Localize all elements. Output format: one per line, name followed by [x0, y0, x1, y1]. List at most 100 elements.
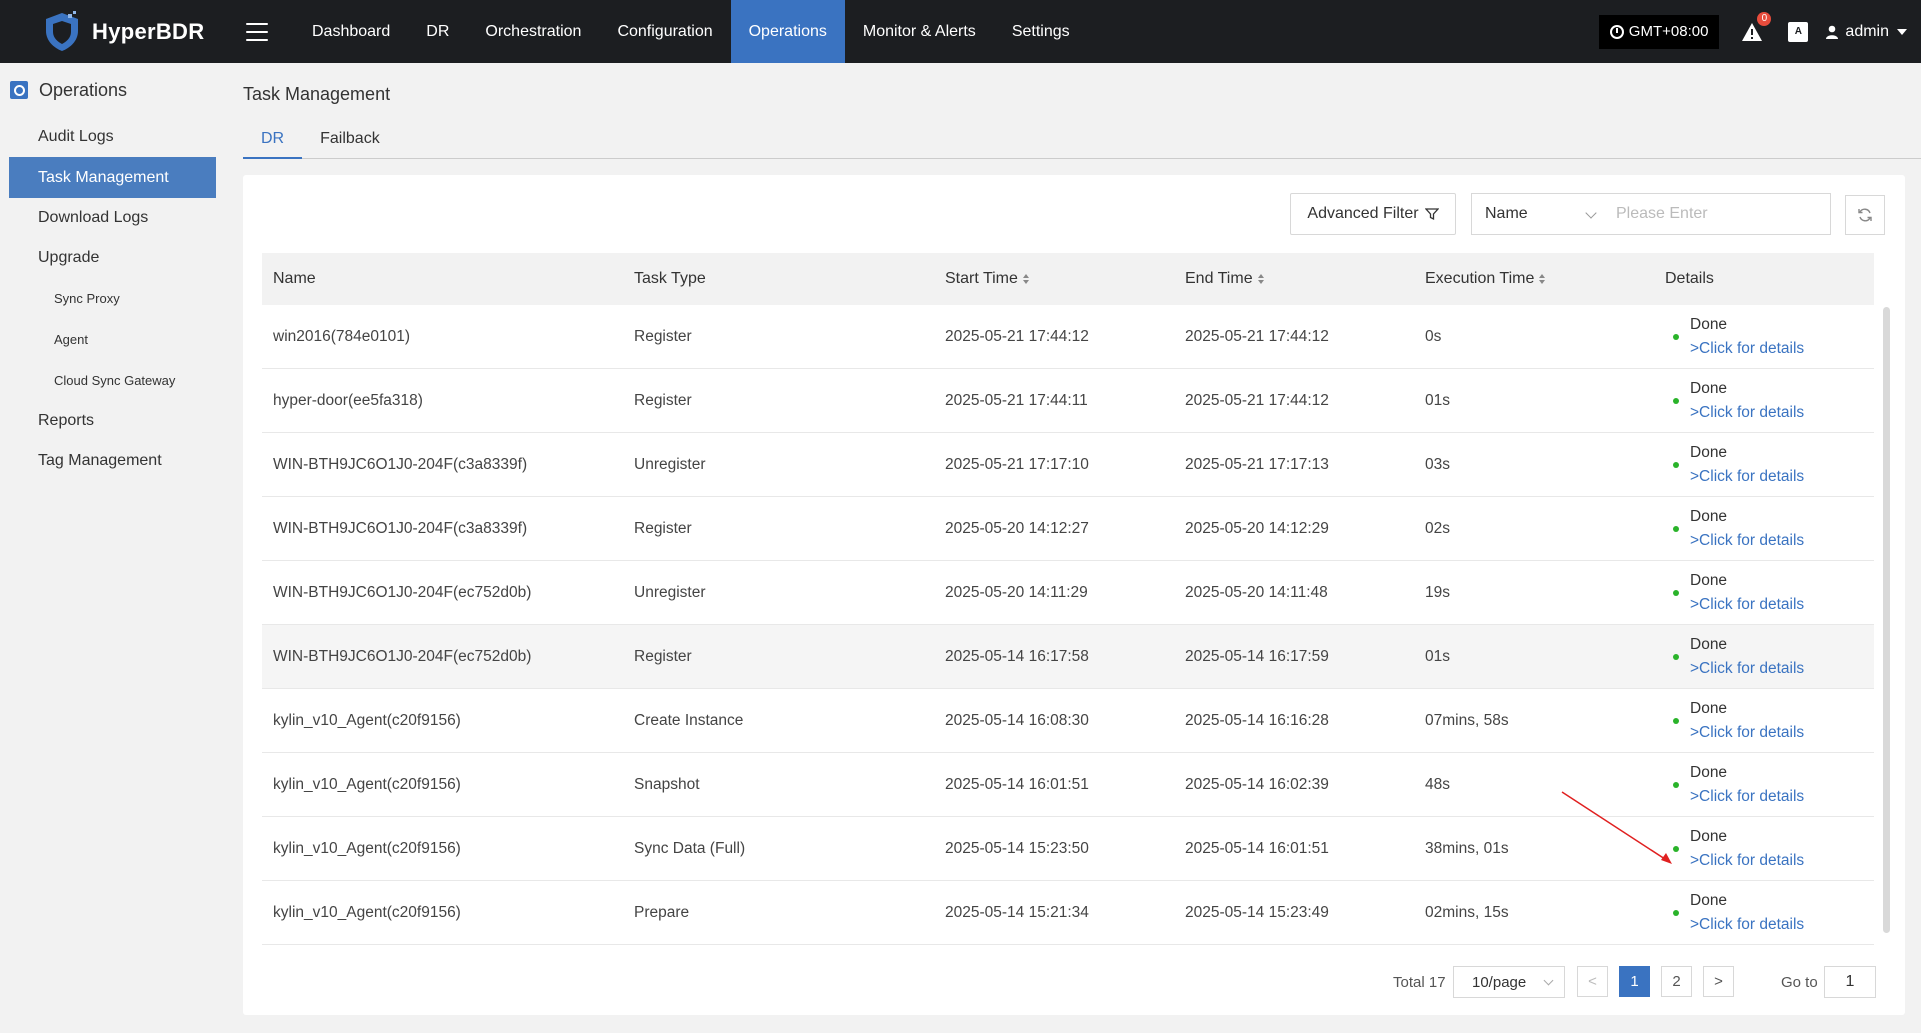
- details-text: Done >Click for details: [1690, 825, 1804, 873]
- chevron-right-icon: >: [1714, 973, 1723, 990]
- cell-details: Done >Click for details: [1654, 633, 1874, 681]
- nav-orchestration[interactable]: Orchestration: [467, 0, 599, 63]
- column-label: Name: [273, 270, 316, 287]
- app-logo[interactable]: HyperBDR: [42, 10, 232, 53]
- page-button-1[interactable]: 1: [1619, 966, 1650, 997]
- table-row[interactable]: WIN-BTH9JC6O1J0-204F(c3a8339f) Unregister…: [262, 433, 1874, 497]
- cell-execution-time: 02mins, 15s: [1425, 903, 1509, 921]
- tab-failback[interactable]: Failback: [302, 127, 398, 159]
- table-row[interactable]: WIN-BTH9JC6O1J0-204F(ec752d0b) Unregister…: [262, 561, 1874, 625]
- shield-logo-icon: [46, 10, 78, 51]
- tab-dr[interactable]: DR: [243, 127, 303, 159]
- language-switch-icon[interactable]: A: [1788, 21, 1809, 42]
- nav-configuration[interactable]: Configuration: [599, 0, 730, 63]
- next-page-button[interactable]: >: [1703, 966, 1734, 997]
- cell-execution-time: 01s: [1425, 647, 1450, 665]
- details-text: Done >Click for details: [1690, 633, 1804, 681]
- status-label: Done: [1690, 635, 1728, 653]
- prev-page-button[interactable]: <: [1577, 966, 1608, 997]
- sidebar-item-agent[interactable]: Agent: [0, 319, 225, 360]
- cell-name: kylin_v10_Agent(c20f9156): [273, 903, 461, 921]
- details-text: Done >Click for details: [1690, 761, 1804, 809]
- sidebar-item-upgrade[interactable]: Upgrade: [0, 238, 225, 278]
- nav-operations[interactable]: Operations: [730, 0, 845, 63]
- cell-details: Done >Click for details: [1654, 569, 1874, 617]
- details-link[interactable]: >Click for details: [1690, 593, 1804, 617]
- cell-end-time: 2025-05-21 17:17:13: [1185, 455, 1329, 473]
- status-dot-icon: [1673, 653, 1679, 660]
- sidebar-item-sync-proxy[interactable]: Sync Proxy: [0, 278, 225, 319]
- nav-dr[interactable]: DR: [408, 0, 467, 63]
- details-link[interactable]: >Click for details: [1690, 785, 1804, 809]
- table-row[interactable]: WIN-BTH9JC6O1J0-204F(c3a8339f) Register 20…: [262, 497, 1874, 561]
- table-row[interactable]: hyper-door(ee5fa318) Register 2025-05-21 1…: [262, 369, 1874, 433]
- cell-details: Done >Click for details: [1654, 313, 1874, 361]
- cell-start-time: 2025-05-14 15:21:34: [945, 903, 1089, 921]
- column-header-end-time[interactable]: End Time: [1174, 253, 1414, 305]
- nav-dashboard[interactable]: Dashboard: [294, 0, 408, 63]
- table-row[interactable]: kylin_v10_Agent(c20f9156) Create Instance…: [262, 689, 1874, 753]
- details-text: Done >Click for details: [1690, 441, 1804, 489]
- details-link[interactable]: >Click for details: [1690, 913, 1804, 937]
- details-link[interactable]: >Click for details: [1690, 465, 1804, 489]
- total-count: Total 17: [1393, 974, 1446, 991]
- status-dot-icon: [1673, 333, 1679, 340]
- column-header-task-type: Task Type: [623, 253, 934, 305]
- sidebar-item-download-logs[interactable]: Download Logs: [0, 198, 225, 238]
- advanced-filter-button[interactable]: Advanced Filter: [1290, 193, 1456, 235]
- cell-task-type: Create Instance: [634, 711, 744, 729]
- cell-start-time: 2025-05-21 17:44:12: [945, 327, 1089, 345]
- sidebar-item-task-management[interactable]: Task Management: [9, 157, 216, 198]
- table-row[interactable]: kylin_v10_Agent(c20f9156) Prepare 2025-05-…: [262, 881, 1874, 945]
- details-link[interactable]: >Click for details: [1690, 849, 1804, 873]
- details-link[interactable]: >Click for details: [1690, 721, 1804, 745]
- cell-name: kylin_v10_Agent(c20f9156): [273, 775, 461, 793]
- page-button-2[interactable]: 2: [1661, 966, 1692, 997]
- refresh-button[interactable]: [1845, 195, 1885, 235]
- sort-icon: [1022, 274, 1029, 284]
- column-header-start-time[interactable]: Start Time: [934, 253, 1174, 305]
- sidebar-item-reports[interactable]: Reports: [0, 401, 225, 441]
- cell-start-time: 2025-05-14 16:01:51: [945, 775, 1089, 793]
- search-input[interactable]: [1605, 193, 1831, 235]
- timezone-label: GMT+08:00: [1628, 23, 1709, 40]
- cell-task-type: Register: [634, 327, 692, 345]
- status-label: Done: [1690, 891, 1728, 909]
- table-scrollbar[interactable]: [1883, 307, 1890, 933]
- menu-toggle-icon[interactable]: [246, 22, 268, 41]
- table-row[interactable]: win2016(784e0101) Register 2025-05-21 17:4…: [262, 305, 1874, 369]
- app-name: HyperBDR: [92, 18, 205, 44]
- goto-page-input[interactable]: [1824, 966, 1876, 998]
- user-menu[interactable]: admin: [1825, 23, 1907, 41]
- sidebar-item-tag-management[interactable]: Tag Management: [0, 441, 225, 481]
- cell-name: WIN-BTH9JC6O1J0-204F(c3a8339f): [273, 455, 528, 473]
- sort-icon: [1539, 274, 1546, 284]
- task-list-card: Advanced Filter Name Name Task Type Star…: [243, 175, 1905, 1015]
- cell-name: WIN-BTH9JC6O1J0-204F(ec752d0b): [273, 647, 532, 665]
- table-row[interactable]: WIN-BTH9JC6O1J0-204F(ec752d0b) Register 20…: [262, 625, 1874, 689]
- page-size-select[interactable]: 10/page: [1453, 966, 1565, 998]
- cell-start-time: 2025-05-14 16:17:58: [945, 647, 1089, 665]
- timezone-display[interactable]: GMT+08:00: [1598, 14, 1720, 49]
- main-nav: Dashboard DR Orchestration Configuration…: [294, 0, 1088, 63]
- sidebar-item-cloud-sync-gateway[interactable]: Cloud Sync Gateway: [0, 360, 225, 401]
- details-link[interactable]: >Click for details: [1690, 529, 1804, 553]
- search-field-select[interactable]: Name: [1471, 193, 1606, 235]
- alert-bell[interactable]: 0: [1741, 11, 1772, 43]
- sidebar-section-operations[interactable]: Operations: [0, 63, 225, 117]
- tab-bar: DR Failback: [243, 127, 1921, 159]
- details-link[interactable]: >Click for details: [1690, 401, 1804, 425]
- column-header-details: Details: [1654, 253, 1874, 305]
- details-link[interactable]: >Click for details: [1690, 337, 1804, 361]
- details-text: Done >Click for details: [1690, 377, 1804, 425]
- nav-monitor-alerts[interactable]: Monitor & Alerts: [845, 0, 994, 63]
- cell-start-time: 2025-05-14 16:08:30: [945, 711, 1089, 729]
- cell-end-time: 2025-05-14 16:17:59: [1185, 647, 1329, 665]
- cell-end-time: 2025-05-14 16:16:28: [1185, 711, 1329, 729]
- sidebar-item-audit-logs[interactable]: Audit Logs: [0, 117, 225, 157]
- details-link[interactable]: >Click for details: [1690, 657, 1804, 681]
- column-header-execution-time[interactable]: Execution Time: [1414, 253, 1654, 305]
- cell-end-time: 2025-05-20 14:11:48: [1185, 583, 1328, 601]
- nav-settings[interactable]: Settings: [994, 0, 1088, 63]
- clock-icon: [1609, 24, 1624, 39]
